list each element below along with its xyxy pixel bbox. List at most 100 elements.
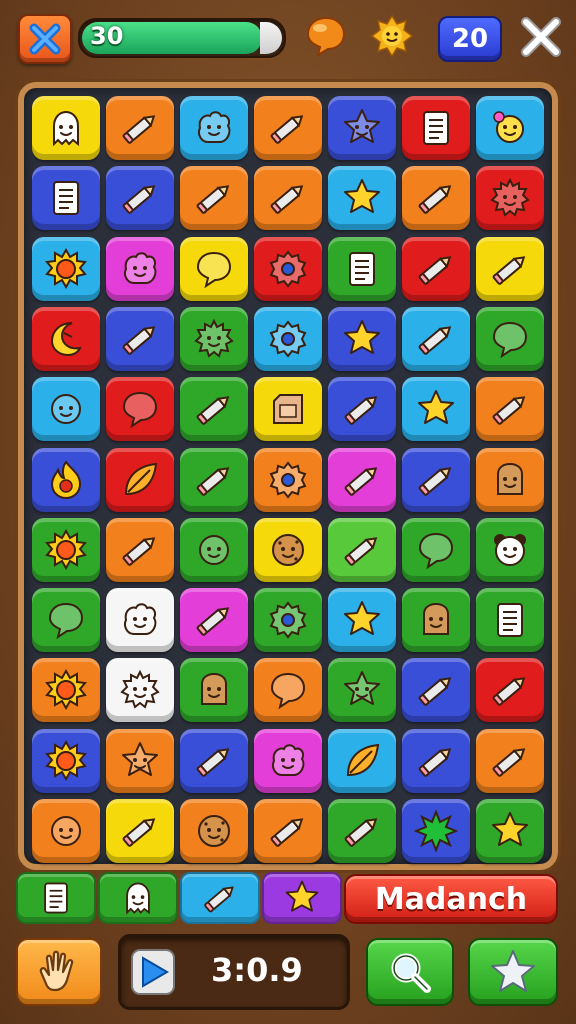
tile-speech[interactable] [106, 377, 174, 442]
tile-pencil[interactable] [180, 447, 248, 512]
face-bow-icon [493, 111, 524, 143]
tile-pencil[interactable] [476, 658, 544, 723]
tile-pencil[interactable] [254, 166, 322, 231]
tile-star[interactable] [328, 166, 396, 231]
tile-blob[interactable] [106, 588, 174, 653]
tile-spiky[interactable] [476, 166, 544, 231]
tile-pencil[interactable] [106, 166, 174, 231]
tile-note[interactable] [328, 236, 396, 301]
tile-ghost[interactable] [32, 96, 100, 160]
tile-face-bow[interactable] [476, 96, 544, 160]
sun-face-icon[interactable] [370, 14, 414, 58]
tile-gear[interactable] [254, 306, 322, 371]
speech-icon [196, 251, 232, 288]
tile-toast[interactable] [402, 588, 470, 653]
tile-gear[interactable] [254, 588, 322, 653]
tile-speech[interactable] [402, 517, 470, 582]
tile-speech[interactable] [254, 658, 322, 723]
player-name-button[interactable]: Madanch [344, 874, 558, 924]
star-icon [418, 390, 454, 425]
tile-sun[interactable] [32, 517, 100, 582]
tile-pencil[interactable] [254, 799, 322, 863]
tile-pencil[interactable] [328, 377, 396, 442]
play-icon[interactable] [131, 949, 175, 995]
tile-pencil[interactable] [180, 588, 248, 653]
tile-pencil[interactable] [402, 728, 470, 793]
tile-pencil[interactable] [402, 447, 470, 512]
tray-tile-note[interactable] [16, 872, 96, 924]
tile-note[interactable] [32, 166, 100, 231]
tile-pencil[interactable] [476, 377, 544, 442]
chat-bubble-icon[interactable] [304, 14, 348, 58]
tile-blob[interactable] [106, 236, 174, 301]
search-button[interactable] [366, 938, 454, 1006]
cross-icon[interactable] [518, 14, 564, 60]
tile-pencil[interactable] [328, 447, 396, 512]
tile-pencil[interactable] [402, 306, 470, 371]
tile-smile[interactable] [32, 377, 100, 442]
close-button[interactable] [18, 14, 72, 64]
tile-sun[interactable] [32, 236, 100, 301]
tile-star[interactable] [402, 377, 470, 442]
ghost-icon [126, 882, 150, 915]
tile-pencil[interactable] [328, 517, 396, 582]
tile-toast[interactable] [180, 658, 248, 723]
tile-blob[interactable] [180, 96, 248, 160]
tile-note[interactable] [476, 588, 544, 653]
tile-pencil[interactable] [328, 799, 396, 863]
tile-spiky[interactable] [180, 306, 248, 371]
progress-bar: 30 [78, 18, 286, 58]
hand-button[interactable] [16, 938, 102, 1006]
smile-icon [51, 816, 81, 846]
star-button[interactable] [468, 938, 558, 1006]
speech-icon [418, 532, 454, 570]
tile-card[interactable] [254, 377, 322, 442]
tile-star-face[interactable] [106, 728, 174, 793]
tray-tile-pencil[interactable] [180, 872, 260, 924]
tile-cookie[interactable] [180, 799, 248, 863]
tile-note[interactable] [402, 96, 470, 160]
tile-star[interactable] [328, 306, 396, 371]
tile-leaf[interactable] [106, 447, 174, 512]
tile-pencil[interactable] [402, 166, 470, 231]
tile-panda[interactable] [476, 517, 544, 582]
tile-pencil[interactable] [180, 728, 248, 793]
tray-tile-ghost[interactable] [98, 872, 178, 924]
tile-sun[interactable] [32, 658, 100, 723]
tile-star-face[interactable] [328, 658, 396, 723]
tile-cookie[interactable] [254, 517, 322, 582]
tile-pencil[interactable] [106, 96, 174, 160]
tile-gear[interactable] [254, 236, 322, 301]
tile-moon[interactable] [32, 306, 100, 371]
tile-star[interactable] [328, 588, 396, 653]
tile-pencil[interactable] [402, 236, 470, 301]
tile-pencil[interactable] [180, 166, 248, 231]
tile-spiky[interactable] [106, 658, 174, 723]
tile-toast[interactable] [476, 447, 544, 512]
tile-pencil[interactable] [106, 799, 174, 863]
tile-speech[interactable] [32, 588, 100, 653]
tile-pencil[interactable] [106, 306, 174, 371]
tile-smile[interactable] [32, 799, 100, 863]
spiky-icon [194, 318, 234, 358]
tile-pencil[interactable] [476, 728, 544, 793]
tile-pencil[interactable] [180, 377, 248, 442]
tile-gear[interactable] [254, 447, 322, 512]
star-icon [344, 601, 380, 636]
tile-pencil[interactable] [402, 658, 470, 723]
tile-sun[interactable] [32, 728, 100, 793]
tile-speech[interactable] [476, 306, 544, 371]
tile-flame[interactable] [32, 447, 100, 512]
tile-star[interactable] [476, 799, 544, 863]
tile-leaf[interactable] [328, 728, 396, 793]
tile-burst[interactable] [402, 799, 470, 863]
tray-tile-star[interactable] [262, 872, 342, 924]
pencil-icon [196, 466, 230, 496]
tile-pencil[interactable] [254, 96, 322, 160]
tile-blob[interactable] [254, 728, 322, 793]
tile-speech[interactable] [180, 236, 248, 301]
tile-pencil[interactable] [106, 517, 174, 582]
tile-star-face[interactable] [328, 96, 396, 160]
tile-smile[interactable] [180, 517, 248, 582]
tile-pencil[interactable] [476, 236, 544, 301]
